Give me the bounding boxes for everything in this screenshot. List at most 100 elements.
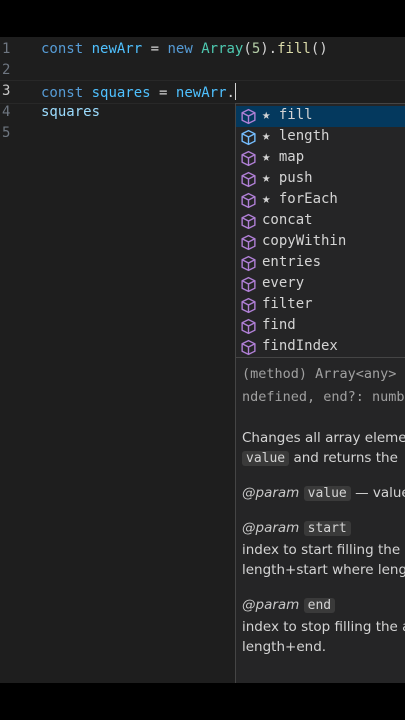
suggestion-label: concat: [262, 212, 313, 228]
suggestion-item-foreach[interactable]: ★ forEach: [236, 190, 405, 211]
doc-param-start-desc-2: length+start where lengt: [242, 562, 405, 578]
doc-param-end-desc-2: length+end.: [242, 639, 327, 655]
operator-equals: =: [150, 41, 160, 57]
keyword-new: new: [167, 41, 193, 57]
method-cube-icon: [241, 150, 256, 167]
doc-description-line-1: Changes all array elemen: [242, 430, 405, 446]
doc-signature-line-2: ndefined, end?: numb: [242, 389, 405, 405]
suggestion-label: ★ map: [262, 149, 304, 165]
operator-equals: =: [159, 85, 168, 101]
code-line-4[interactable]: squares: [41, 104, 100, 120]
number-literal: 5: [251, 41, 261, 57]
param-name-value: value: [303, 486, 351, 501]
param-value-desc: — value: [355, 485, 405, 501]
member-dot: .: [226, 85, 235, 101]
property-icon: [241, 129, 256, 146]
suggestion-label: entries: [262, 254, 321, 270]
star-icon: ★: [262, 191, 279, 207]
suggestion-label: filter: [262, 296, 313, 312]
suggestion-item-every[interactable]: every: [236, 274, 405, 295]
call-parens: (): [310, 41, 328, 57]
method-cube-icon: [241, 318, 256, 335]
param-tag: @param: [242, 597, 300, 613]
doc-param-value: @param value — value: [242, 485, 405, 501]
method-cube-icon: [241, 339, 256, 356]
star-icon: ★: [262, 149, 279, 165]
method-cube-icon: [241, 213, 256, 230]
keyword-const: const: [41, 41, 84, 57]
suggestion-item-map[interactable]: ★ map: [236, 148, 405, 169]
suggestion-label: find: [262, 317, 296, 333]
code-line-1[interactable]: const newArr = new Array(5).fill(): [41, 41, 328, 57]
star-icon: ★: [262, 107, 279, 123]
suggestion-details: (method) Array<any> ndefined, end?: numb…: [236, 358, 405, 683]
paren-open: (: [243, 41, 252, 57]
method-cube-icon: [241, 255, 256, 272]
suggestion-text: findIndex: [262, 338, 338, 354]
suggestion-text: filter: [262, 296, 313, 312]
doc-param-start-desc-1: index to start filling the a: [242, 542, 405, 558]
method-cube-icon: [241, 276, 256, 293]
param-tag: @param: [242, 520, 300, 536]
suggestion-widget[interactable]: ★ fill ★ length ★ map ★ push ★ forEach concat…: [235, 103, 405, 683]
code-editor[interactable]: 1 2 3 4 5 const newArr = new Array(5).fi…: [0, 37, 405, 683]
suggestion-text: entries: [262, 254, 322, 270]
suggestion-text: map: [278, 149, 305, 165]
variable-squares: squares: [91, 85, 151, 101]
method-cube-icon: [241, 297, 256, 314]
suggestion-item-findindex[interactable]: findIndex: [236, 337, 405, 358]
method-cube-icon: [241, 234, 256, 251]
doc-param-end: @param end: [242, 597, 336, 613]
doc-description-rest: and returns the: [293, 450, 398, 466]
suggestion-text: push: [278, 170, 313, 186]
variable-newArr: newArr: [91, 41, 143, 57]
identifier-squares: squares: [41, 104, 101, 120]
suggestion-text: fill: [278, 107, 313, 123]
suggestion-text: forEach: [278, 191, 338, 207]
suggestion-text: concat: [262, 212, 313, 228]
paren-close-dot: ).: [260, 41, 278, 57]
method-cube-icon: [241, 192, 256, 209]
suggestion-label: copyWithin: [262, 233, 346, 249]
suggestion-text: copyWithin: [262, 233, 347, 249]
suggestion-label: every: [262, 275, 304, 291]
suggestion-text: find: [262, 317, 296, 333]
line-number-3: 3: [2, 83, 11, 99]
suggestion-item-copywithin[interactable]: copyWithin: [236, 232, 405, 253]
suggestion-item-find[interactable]: find: [236, 316, 405, 337]
param-name-start: start: [303, 521, 351, 536]
keyword-const: const: [41, 85, 84, 101]
suggestion-item-push[interactable]: ★ push: [236, 169, 405, 190]
doc-param-start: @param start: [242, 520, 351, 536]
suggestion-text: length: [278, 128, 330, 144]
line-number-2: 2: [2, 62, 11, 78]
line-number-1: 1: [2, 41, 11, 57]
doc-signature-line-1: (method) Array<any>: [242, 366, 397, 382]
doc-description-line-2: value and returns the: [242, 450, 398, 466]
suggestion-label: findIndex: [262, 338, 338, 354]
suggestion-label: ★ forEach: [262, 191, 338, 207]
star-icon: ★: [262, 170, 279, 186]
suggestion-item-concat[interactable]: concat: [236, 211, 405, 232]
suggestion-text: every: [262, 275, 305, 291]
doc-param-end-desc-1: index to stop filling the a: [242, 619, 405, 635]
doc-code-value: value: [242, 451, 290, 466]
code-line-3[interactable]: const squares = newArr.: [41, 83, 237, 101]
class-array: Array: [201, 41, 244, 57]
suggestion-item-length[interactable]: ★ length: [236, 127, 405, 148]
line-number-4: 4: [2, 104, 11, 120]
suggestion-label: ★ fill: [262, 107, 313, 123]
method-fill: fill: [277, 41, 311, 57]
star-icon: ★: [262, 128, 279, 144]
line-number-5: 5: [2, 125, 11, 141]
suggestion-label: ★ push: [262, 170, 313, 186]
suggestion-label: ★ length: [262, 128, 329, 144]
suggestion-item-entries[interactable]: entries: [236, 253, 405, 274]
param-name-end: end: [303, 598, 336, 613]
method-cube-icon: [241, 171, 256, 188]
text-cursor: [234, 83, 237, 100]
param-tag: @param: [242, 485, 300, 501]
variable-newArr-ref: newArr: [175, 85, 227, 101]
suggestion-item-fill[interactable]: ★ fill: [236, 106, 405, 127]
suggestion-item-filter[interactable]: filter: [236, 295, 405, 316]
